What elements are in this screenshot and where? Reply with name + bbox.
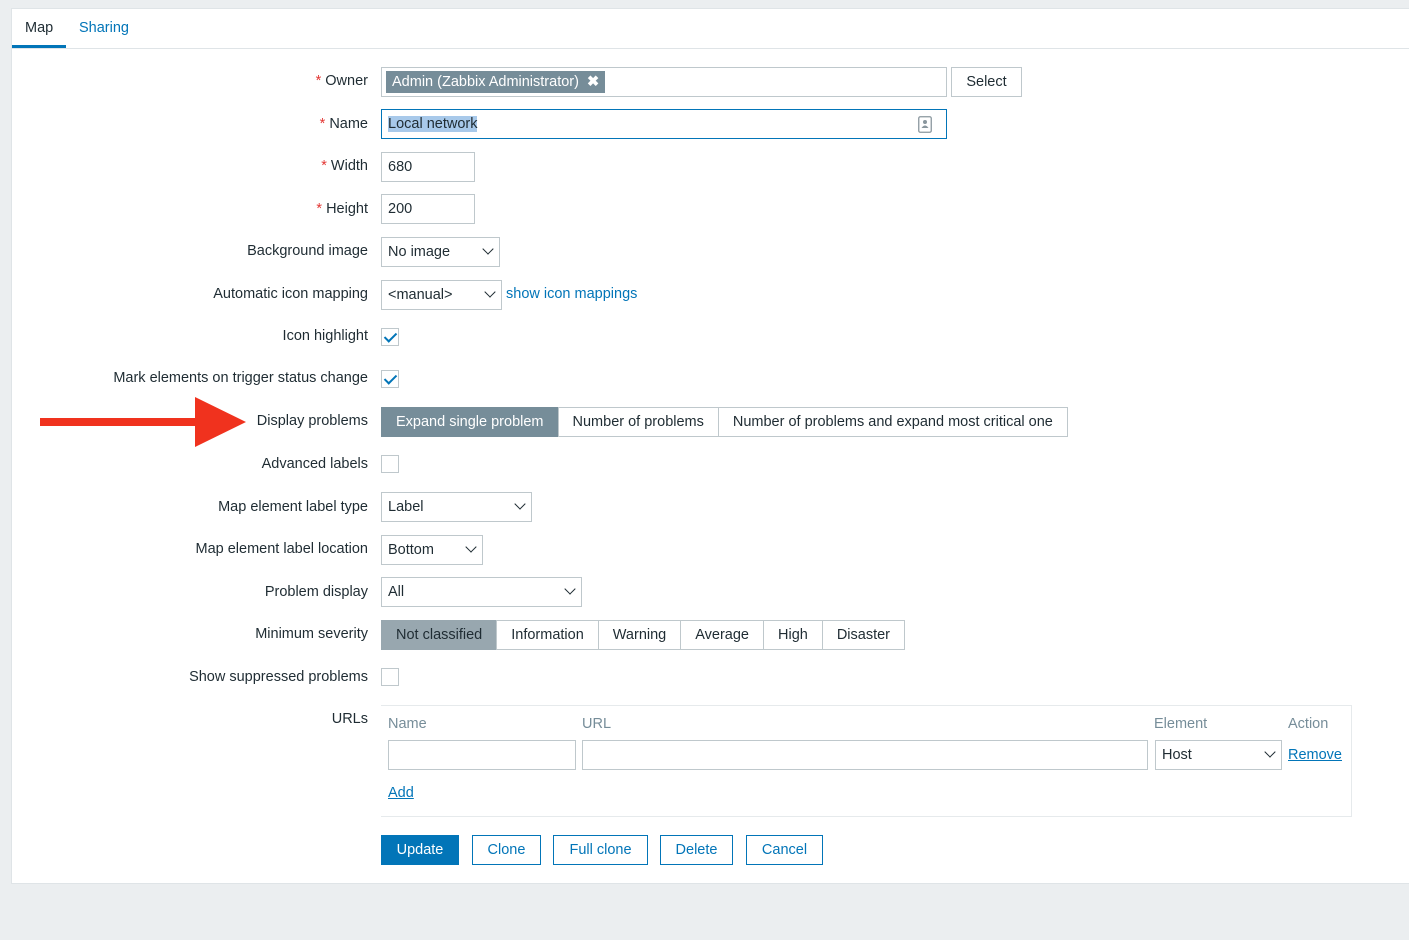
- url-url-field[interactable]: [582, 740, 1148, 770]
- full-clone-button[interactable]: Full clone: [553, 835, 648, 865]
- clone-button[interactable]: Clone: [472, 835, 541, 865]
- annotation-arrow-icon: [40, 397, 246, 447]
- tab-sharing[interactable]: Sharing: [66, 9, 142, 47]
- chevron-down-icon: [514, 498, 526, 510]
- url-name-field[interactable]: [388, 740, 576, 770]
- severity-average[interactable]: Average: [680, 620, 764, 650]
- urls-header-element: Element: [1154, 716, 1208, 732]
- chevron-down-icon: [482, 243, 494, 255]
- height-field[interactable]: 200: [381, 194, 475, 224]
- label-location-select[interactable]: Bottom: [381, 535, 483, 565]
- problem-display-select[interactable]: All: [381, 577, 582, 607]
- icon-mapping-select[interactable]: <manual>: [381, 280, 502, 310]
- urls-header-name: Name: [388, 716, 427, 732]
- cancel-button[interactable]: Cancel: [746, 835, 823, 865]
- show-suppressed-checkbox[interactable]: [381, 668, 399, 686]
- background-image-label: Background image: [247, 243, 368, 259]
- chevron-down-icon: [465, 541, 477, 553]
- width-label: * Width: [321, 158, 368, 174]
- background-image-select[interactable]: No image: [381, 237, 500, 267]
- url-remove-link[interactable]: Remove: [1288, 747, 1342, 763]
- minimum-severity-segmented: Not classified Information Warning Avera…: [381, 620, 906, 650]
- remove-owner-icon[interactable]: ✖: [587, 74, 599, 90]
- display-problems-label: Display problems: [256, 413, 368, 429]
- urls-header-url: URL: [582, 716, 612, 732]
- label-type-label: Map element label type: [218, 499, 368, 515]
- chevron-down-icon: [1264, 746, 1276, 758]
- display-problems-number-expand[interactable]: Number of problems and expand most criti…: [717, 407, 1068, 437]
- urls-table: Name URL Element Action Host Remove Add: [381, 705, 1352, 817]
- update-button[interactable]: Update: [381, 835, 459, 865]
- label-type-select[interactable]: Label: [381, 492, 532, 522]
- delete-button[interactable]: Delete: [660, 835, 733, 865]
- display-problems-number[interactable]: Number of problems: [557, 407, 719, 437]
- icon-mapping-label: Automatic icon mapping: [213, 286, 368, 302]
- url-add-link[interactable]: Add: [388, 785, 414, 801]
- minimum-severity-label: Minimum severity: [255, 626, 368, 642]
- name-label: * Name: [319, 116, 368, 132]
- owner-tag: Admin (Zabbix Administrator) ✖: [386, 71, 606, 93]
- severity-information[interactable]: Information: [496, 620, 599, 650]
- chevron-down-icon: [564, 583, 576, 595]
- icon-highlight-label: Icon highlight: [282, 328, 368, 344]
- severity-warning[interactable]: Warning: [597, 620, 682, 650]
- icon-highlight-checkbox[interactable]: [381, 328, 399, 346]
- width-field[interactable]: 680: [381, 152, 475, 182]
- owner-multiselect[interactable]: Admin (Zabbix Administrator) ✖: [381, 67, 947, 97]
- urls-label: URLs: [331, 711, 368, 727]
- label-location-label: Map element label location: [195, 541, 369, 557]
- display-problems-expand-single[interactable]: Expand single problem: [381, 407, 559, 437]
- tab-bar: Map Sharing: [12, 9, 1409, 49]
- show-icon-mappings-link[interactable]: show icon mappings: [506, 286, 637, 302]
- owner-select-button[interactable]: Select: [951, 67, 1022, 97]
- show-suppressed-label: Show suppressed problems: [189, 669, 368, 685]
- owner-label: * Owner: [315, 73, 368, 89]
- name-field[interactable]: Local network: [381, 109, 947, 139]
- urls-header-action: Action: [1288, 716, 1329, 732]
- advanced-labels-checkbox[interactable]: [381, 455, 399, 473]
- severity-high[interactable]: High: [763, 620, 823, 650]
- contact-card-icon: [918, 116, 932, 133]
- advanced-labels-label: Advanced labels: [261, 456, 368, 472]
- problem-display-label: Problem display: [264, 584, 368, 600]
- mark-elements-checkbox[interactable]: [381, 370, 399, 388]
- height-label: * Height: [316, 201, 368, 217]
- severity-disaster[interactable]: Disaster: [821, 620, 906, 650]
- mark-elements-label: Mark elements on trigger status change: [113, 370, 368, 386]
- url-element-select[interactable]: Host: [1155, 740, 1282, 770]
- severity-not-classified[interactable]: Not classified: [381, 620, 498, 650]
- tab-map[interactable]: Map: [12, 9, 67, 48]
- chevron-down-icon: [484, 286, 496, 298]
- display-problems-segmented: Expand single problem Number of problems…: [381, 407, 1068, 437]
